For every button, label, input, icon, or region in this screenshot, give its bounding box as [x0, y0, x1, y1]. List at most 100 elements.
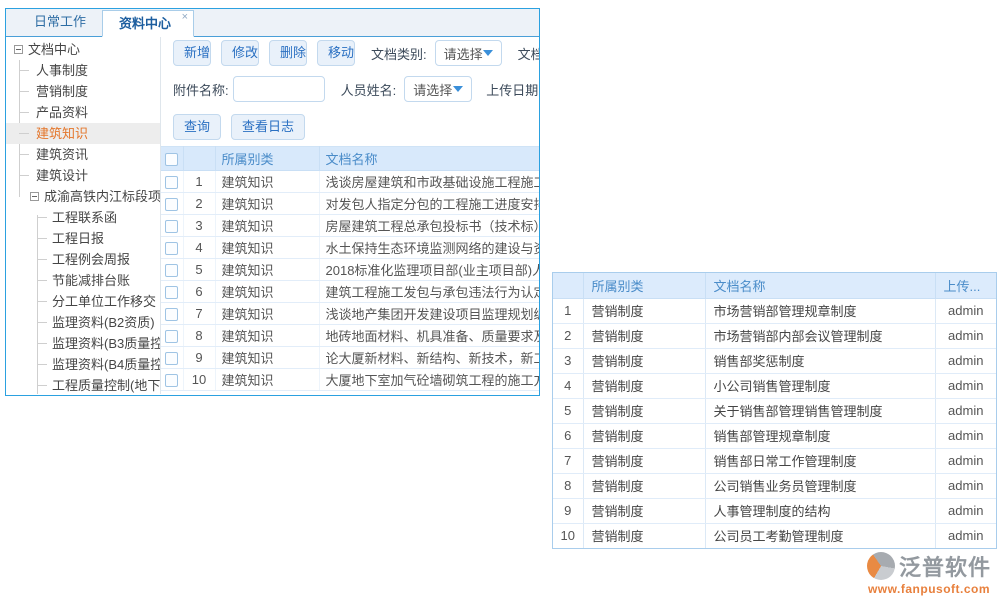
tree-node-document-center[interactable]: 文档中心 — [6, 39, 160, 60]
query-button[interactable]: 查询 — [173, 114, 221, 140]
table-row[interactable]: 10 建筑知识 大厦地下室加气砼墙砌筑工程的施工方... — [161, 369, 539, 391]
table-row[interactable]: 5 建筑知识 2018标准化监理项目部(业主项目部)人员... — [161, 259, 539, 281]
tree-item[interactable]: 人事制度 — [6, 60, 160, 81]
row-checkbox[interactable] — [165, 198, 178, 211]
row-checkbox[interactable] — [165, 242, 178, 255]
tree-item[interactable]: 监理资料(B2资质) — [6, 312, 160, 333]
tree-item[interactable]: 营销制度 — [6, 81, 160, 102]
tree-item[interactable]: 工程质量控制(地下室) — [6, 375, 160, 394]
row-checkbox[interactable] — [165, 264, 178, 277]
table-row[interactable]: 4 营销制度 小公司销售管理制度 admin — [553, 373, 996, 398]
attachment-name-input[interactable] — [233, 76, 325, 102]
category-column-header: 所属别类 — [215, 147, 319, 171]
tree-item[interactable]: 工程联系函 — [6, 207, 160, 228]
upload-date-label: 上传日期 — [486, 80, 538, 99]
row-category: 营销制度 — [583, 323, 705, 348]
tree-collapse-icon[interactable] — [30, 192, 39, 201]
attachment-name-label: 附件名称: — [173, 80, 229, 99]
tree-item[interactable]: 监理资料(B4质量控制) — [6, 354, 160, 375]
tree-item[interactable]: 工程日报 — [6, 228, 160, 249]
tree-item[interactable]: 产品资料 — [6, 102, 160, 123]
table-header-row: 所属别类 文档名称 — [161, 147, 539, 171]
chevron-down-icon — [453, 86, 463, 92]
row-doc-name: 销售部奖惩制度 — [705, 348, 935, 373]
tree-item[interactable]: 工程例会周报 — [6, 249, 160, 270]
row-checkbox[interactable] — [165, 352, 178, 365]
tree-node-project[interactable]: 成渝高铁内江标段项目 — [6, 186, 160, 207]
row-category: 营销制度 — [583, 398, 705, 423]
tree-item[interactable]: 建筑资讯 — [6, 144, 160, 165]
table-row[interactable]: 6 营销制度 销售部管理规章制度 admin — [553, 423, 996, 448]
row-doc-name: 论大厦新材料、新结构、新技术，新工... — [319, 347, 539, 369]
tree-collapse-icon[interactable] — [14, 45, 23, 54]
fanpu-brand-text: 泛普软件 — [899, 550, 991, 582]
table-row[interactable]: 1 建筑知识 浅谈房屋建筑和市政基础设施工程施工... — [161, 171, 539, 193]
tab-daily-work[interactable]: 日常工作 — [18, 9, 102, 36]
tree-item-selected[interactable]: 建筑知识 — [6, 123, 160, 144]
row-number: 1 — [553, 298, 583, 323]
tree-label: 文档中心 — [28, 42, 80, 57]
table-row[interactable]: 8 营销制度 公司销售业务员管理制度 admin — [553, 473, 996, 498]
close-icon[interactable]: × — [182, 12, 188, 23]
row-checkbox[interactable] — [165, 176, 178, 189]
row-checkbox[interactable] — [165, 374, 178, 387]
table-row[interactable]: 2 营销制度 市场营销部内部会议管理制度 admin — [553, 323, 996, 348]
table-row[interactable]: 8 建筑知识 地砖地面材料、机具准备、质量要求及... — [161, 325, 539, 347]
add-button[interactable]: 新增 — [173, 40, 211, 66]
row-category: 营销制度 — [583, 298, 705, 323]
table-row[interactable]: 5 营销制度 关于销售部管理销售管理制度 admin — [553, 398, 996, 423]
tab-data-center[interactable]: 资料中心 × — [102, 10, 194, 37]
row-category: 营销制度 — [583, 348, 705, 373]
row-checkbox[interactable] — [165, 220, 178, 233]
row-number: 6 — [553, 423, 583, 448]
person-name-select[interactable]: 请选择 — [404, 76, 472, 102]
row-doc-name: 建筑工程施工发包与承包违法行为认定... — [319, 281, 539, 303]
row-doc-name: 人事管理制度的结构 — [705, 498, 935, 523]
table-row[interactable]: 9 营销制度 人事管理制度的结构 admin — [553, 498, 996, 523]
toolbar-row-3: 查询 查看日志 — [161, 114, 539, 140]
tree-item[interactable]: 节能减排台账 — [6, 270, 160, 291]
row-uploader: admin — [935, 448, 996, 473]
row-category: 建筑知识 — [215, 259, 319, 281]
toolbar-row-2: 附件名称: 人员姓名: 请选择 上传日期 — [161, 76, 539, 102]
row-doc-name: 水土保持生态环境监测网络的建设与资... — [319, 237, 539, 259]
table-row[interactable]: 10 营销制度 公司员工考勤管理制度 admin — [553, 523, 996, 548]
row-doc-name: 公司员工考勤管理制度 — [705, 523, 935, 548]
row-checkbox[interactable] — [165, 308, 178, 321]
row-uploader: admin — [935, 473, 996, 498]
table-row[interactable]: 1 营销制度 市场营销部管理规章制度 admin — [553, 298, 996, 323]
row-number: 4 — [553, 373, 583, 398]
tab-data-center-label: 资料中心 — [119, 16, 171, 31]
table-row[interactable]: 9 建筑知识 论大厦新材料、新结构、新技术，新工... — [161, 347, 539, 369]
row-uploader: admin — [935, 423, 996, 448]
table-row[interactable]: 3 营销制度 销售部奖惩制度 admin — [553, 348, 996, 373]
table-row[interactable]: 3 建筑知识 房屋建筑工程总承包投标书（技术标）... — [161, 215, 539, 237]
row-checkbox[interactable] — [165, 330, 178, 343]
edit-button[interactable]: 修改 — [221, 40, 259, 66]
row-number: 3 — [183, 215, 215, 237]
tree-item[interactable]: 监理资料(B3质量控制) — [6, 333, 160, 354]
row-number: 9 — [553, 498, 583, 523]
select-all-checkbox[interactable] — [165, 153, 178, 166]
row-category: 建筑知识 — [215, 303, 319, 325]
table-row[interactable]: 2 建筑知识 对发包人指定分包的工程施工进度安排... — [161, 193, 539, 215]
category-column-header: 所属别类 — [583, 273, 705, 298]
tree-item[interactable]: 建筑设计 — [6, 165, 160, 186]
doc-name-column-header: 文档名称 — [319, 147, 539, 171]
doc-category-select[interactable]: 请选择 — [435, 40, 502, 66]
table-row[interactable]: 4 建筑知识 水土保持生态环境监测网络的建设与资... — [161, 237, 539, 259]
view-log-button[interactable]: 查看日志 — [231, 114, 305, 140]
num-column-header — [183, 147, 215, 171]
delete-button[interactable]: 删除 — [269, 40, 307, 66]
num-column-header — [553, 273, 583, 298]
table-row[interactable]: 6 建筑知识 建筑工程施工发包与承包违法行为认定... — [161, 281, 539, 303]
move-button[interactable]: 移动 — [317, 40, 355, 66]
row-doc-name: 大厦地下室加气砼墙砌筑工程的施工方... — [319, 369, 539, 391]
row-checkbox[interactable] — [165, 286, 178, 299]
row-category: 建筑知识 — [215, 347, 319, 369]
row-doc-name: 对发包人指定分包的工程施工进度安排... — [319, 193, 539, 215]
tree-item[interactable]: 分工单位工作移交 — [6, 291, 160, 312]
table-row[interactable]: 7 建筑知识 浅谈地产集团开发建设项目监理规划编... — [161, 303, 539, 325]
table-row[interactable]: 7 营销制度 销售部日常工作管理制度 admin — [553, 448, 996, 473]
table-header-row: 所属别类 文档名称 上传... — [553, 273, 996, 298]
